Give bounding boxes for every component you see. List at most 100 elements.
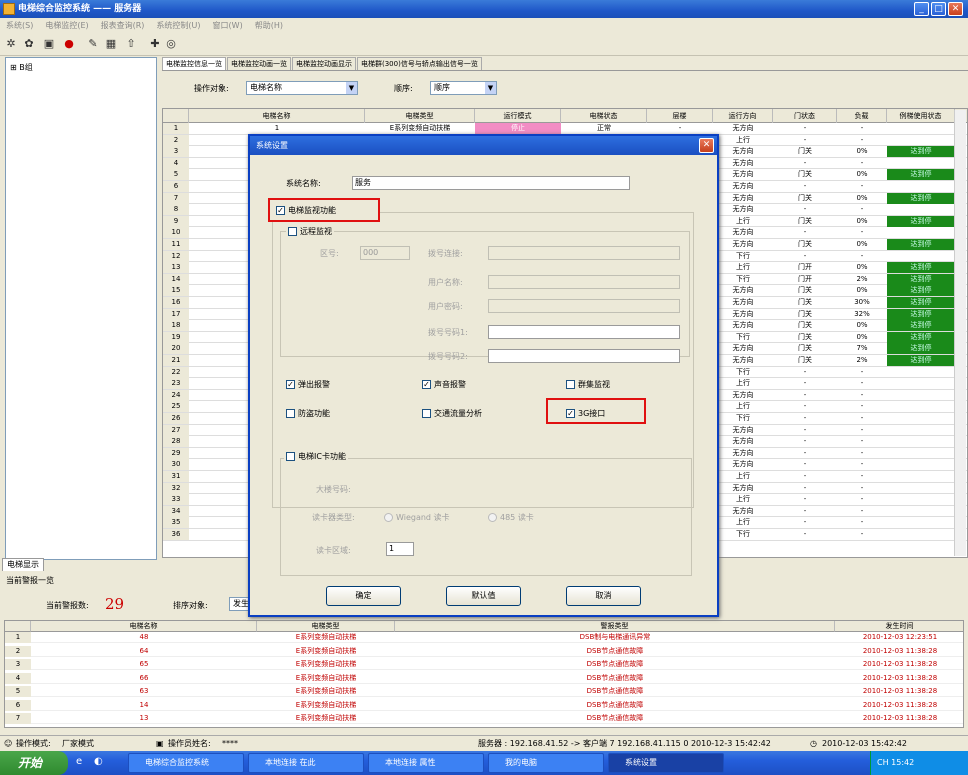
- alarm-row[interactable]: 2 64 E系列变频自动扶梯 DSB节点通信故障 2010-12-03 11:38:28: [5, 645, 963, 657]
- add-icon[interactable]: ✚: [148, 37, 162, 51]
- taskbar-item-local-props[interactable]: 本地连接 属性: [368, 753, 484, 773]
- tab-monitor-animation-list[interactable]: 电梯监控动画一览: [227, 57, 291, 70]
- taskbar-item-app[interactable]: 电梯综合监控系统: [128, 753, 244, 773]
- grid-header-cell[interactable]: 电梯类型: [365, 109, 475, 123]
- system-name-input[interactable]: 服务: [352, 176, 630, 190]
- elevator-icon[interactable]: ⇧: [124, 37, 138, 51]
- alarm-header-cell[interactable]: 电梯类型: [257, 621, 395, 632]
- popup-alarm-checkbox[interactable]: ✓ 弹出报警: [286, 379, 330, 390]
- ie-icon[interactable]: e: [76, 756, 82, 767]
- phone1-input[interactable]: [488, 325, 680, 339]
- elevator-tree[interactable]: ⊞ B组: [5, 57, 157, 560]
- grid-header-cell[interactable]: 例梯使用状态: [887, 109, 955, 123]
- grid-cell-dir: 无方向: [732, 286, 754, 295]
- grid-cell-load: 32%: [854, 309, 870, 318]
- tree-node-root[interactable]: ⊞ B组: [10, 62, 33, 73]
- cancel-button[interactable]: 取消: [566, 586, 641, 606]
- grid-header-cell[interactable]: 层楼: [647, 109, 713, 123]
- expand-icon[interactable]: ⊞: [10, 63, 17, 72]
- password-input[interactable]: [488, 299, 680, 313]
- edit-icon[interactable]: ✎: [86, 37, 100, 51]
- alarm-row[interactable]: 1 48 E系列变频自动扶梯 DSB制与电梯通讯异常 2010-12-03 12:23:…: [5, 632, 963, 643]
- grid-icon[interactable]: ▦: [104, 37, 118, 51]
- alarm-header-cell[interactable]: 电梯名称: [31, 621, 257, 632]
- grid-header-cell[interactable]: 门状态: [773, 109, 837, 123]
- dial-input[interactable]: [488, 246, 680, 260]
- settings-icon[interactable]: ✲: [4, 37, 18, 51]
- grid-cell-load: 0%: [856, 170, 868, 179]
- window-title-bar[interactable]: 电梯综合监控系统 —— 服务器: [0, 0, 968, 18]
- menu-help[interactable]: 帮助(H): [249, 18, 289, 33]
- alarm-row[interactable]: 5 63 E系列变频自动扶梯 DSB节点通信故障 2010-12-03 11:38:28: [5, 686, 963, 697]
- user-input[interactable]: [488, 275, 680, 289]
- taskbar-item-settings[interactable]: 系统设置: [608, 753, 724, 773]
- close-window-button[interactable]: ✕: [948, 2, 963, 16]
- theft-checkbox[interactable]: 防盗功能: [286, 408, 330, 419]
- traffic-checkbox[interactable]: 交通流量分析: [422, 408, 482, 419]
- alarm-header-cell[interactable]: 发生时间: [835, 621, 963, 632]
- menu-window[interactable]: 窗口(W): [207, 18, 249, 33]
- alarm-row[interactable]: 7 13 E系列变频自动扶梯 DSB节点通信故障 2010-12-03 11:38:28: [5, 713, 963, 724]
- monitor-icon[interactable]: ▣: [42, 37, 56, 51]
- dialog-close-button[interactable]: ✕: [699, 138, 714, 153]
- dialog-title[interactable]: 系统设置: [250, 136, 717, 155]
- area-input[interactable]: 000: [360, 246, 410, 260]
- tab-elevator-display[interactable]: 电梯显示: [2, 558, 44, 571]
- grid-cell-use: 达到停: [887, 343, 955, 355]
- ok-button[interactable]: 确定: [326, 586, 401, 606]
- window-title: 电梯综合监控系统 —— 服务器: [18, 4, 142, 14]
- table-row[interactable]: 1 1 E系列变频自动扶梯 停止 正常 - 无方向 - -: [163, 123, 967, 135]
- quicklaunch-icon[interactable]: ◐: [94, 756, 103, 767]
- menu-control[interactable]: 系统控制(U): [150, 18, 206, 33]
- taskbar-item-my-computer[interactable]: 我的电脑: [488, 753, 604, 773]
- default-button[interactable]: 默认值: [446, 586, 521, 606]
- tab-monitor-info[interactable]: 电梯监控信息一览: [162, 57, 226, 70]
- alarm-table[interactable]: 电梯名称 电梯类型 警报类型 发生时间 1 48 E系列变频自动扶梯 DSB制与电梯通…: [4, 620, 964, 728]
- maximize-button[interactable]: □: [931, 2, 946, 16]
- dial-label: 拨号连接:: [428, 249, 463, 258]
- phone2-input[interactable]: [488, 349, 680, 363]
- traffic-label: 交通流量分析: [434, 409, 482, 418]
- object-select[interactable]: 电梯名称 ▼: [246, 81, 358, 95]
- grid-cell-load: -: [860, 251, 864, 260]
- tab-monitor-animation[interactable]: 电梯监控动画显示: [292, 57, 356, 70]
- alarm-row[interactable]: 4 66 E系列变频自动扶梯 DSB节点通信故障 2010-12-03 11:38:28: [5, 672, 963, 684]
- grid-header-cell[interactable]: 电梯名称: [189, 109, 365, 123]
- flower-icon[interactable]: ✿: [22, 37, 36, 51]
- grid-cell-num: 9: [163, 215, 189, 227]
- readarea-input[interactable]: 1: [386, 542, 414, 556]
- alarm-row[interactable]: 3 65 E系列变频自动扶梯 DSB节点通信故障 2010-12-03 11:38:28: [5, 659, 963, 670]
- grid-cell-door: -: [803, 472, 807, 480]
- tab-signal-list[interactable]: 电梯群(300)信号与轿点输出信号一览: [357, 57, 482, 70]
- grid-header-cell[interactable]: 运行模式: [475, 109, 561, 123]
- monitor-checkbox[interactable]: ✓ 电梯监视功能: [276, 205, 336, 216]
- grid-cell-num: 36: [163, 529, 189, 540]
- stop-icon[interactable]: ●: [62, 37, 76, 51]
- system-tray[interactable]: CH 15:42: [870, 751, 968, 775]
- remote-checkbox[interactable]: 远程监视: [286, 226, 334, 237]
- alarm-header-cell[interactable]: 警报类型: [395, 621, 835, 632]
- grid-cell-door: -: [803, 483, 807, 492]
- card-checkbox[interactable]: 电梯IC卡功能: [284, 451, 348, 462]
- sound-alarm-checkbox[interactable]: ✓ 声音报警: [422, 379, 466, 390]
- taskbar-item-local-conn[interactable]: 本地连接 在此: [248, 753, 364, 773]
- reader-wiegand-radio[interactable]: Wiegand 读卡: [384, 512, 450, 523]
- grid-header-cell[interactable]: 电梯状态: [561, 109, 647, 123]
- grid-cell-door: 门关: [798, 298, 812, 306]
- grid-scrollbar[interactable]: [954, 110, 966, 556]
- menu-report[interactable]: 报表查询(R): [95, 18, 151, 33]
- menu-system[interactable]: 系统(S): [0, 18, 39, 33]
- checkbox-icon: [422, 409, 431, 418]
- grid-header-cell[interactable]: 运行方向: [713, 109, 773, 123]
- minimize-button[interactable]: _: [914, 2, 929, 16]
- order-select[interactable]: 顺序 ▼: [430, 81, 497, 95]
- info-icon[interactable]: ◎: [164, 37, 178, 51]
- reader-485-radio[interactable]: 485 读卡: [488, 512, 534, 523]
- start-button[interactable]: 开始: [0, 751, 68, 775]
- alarm-row[interactable]: 6 14 E系列变频自动扶梯 DSB节点通信故障 2010-12-03 11:38:28: [5, 699, 963, 711]
- menu-monitor[interactable]: 电梯监控(E): [39, 18, 94, 33]
- energy-checkbox[interactable]: 群集监视: [566, 379, 610, 390]
- grid-header-cell[interactable]: 负载: [837, 109, 887, 123]
- grid-cell-door: -: [803, 135, 807, 144]
- port-checkbox[interactable]: ✓ 3G接口: [566, 408, 605, 419]
